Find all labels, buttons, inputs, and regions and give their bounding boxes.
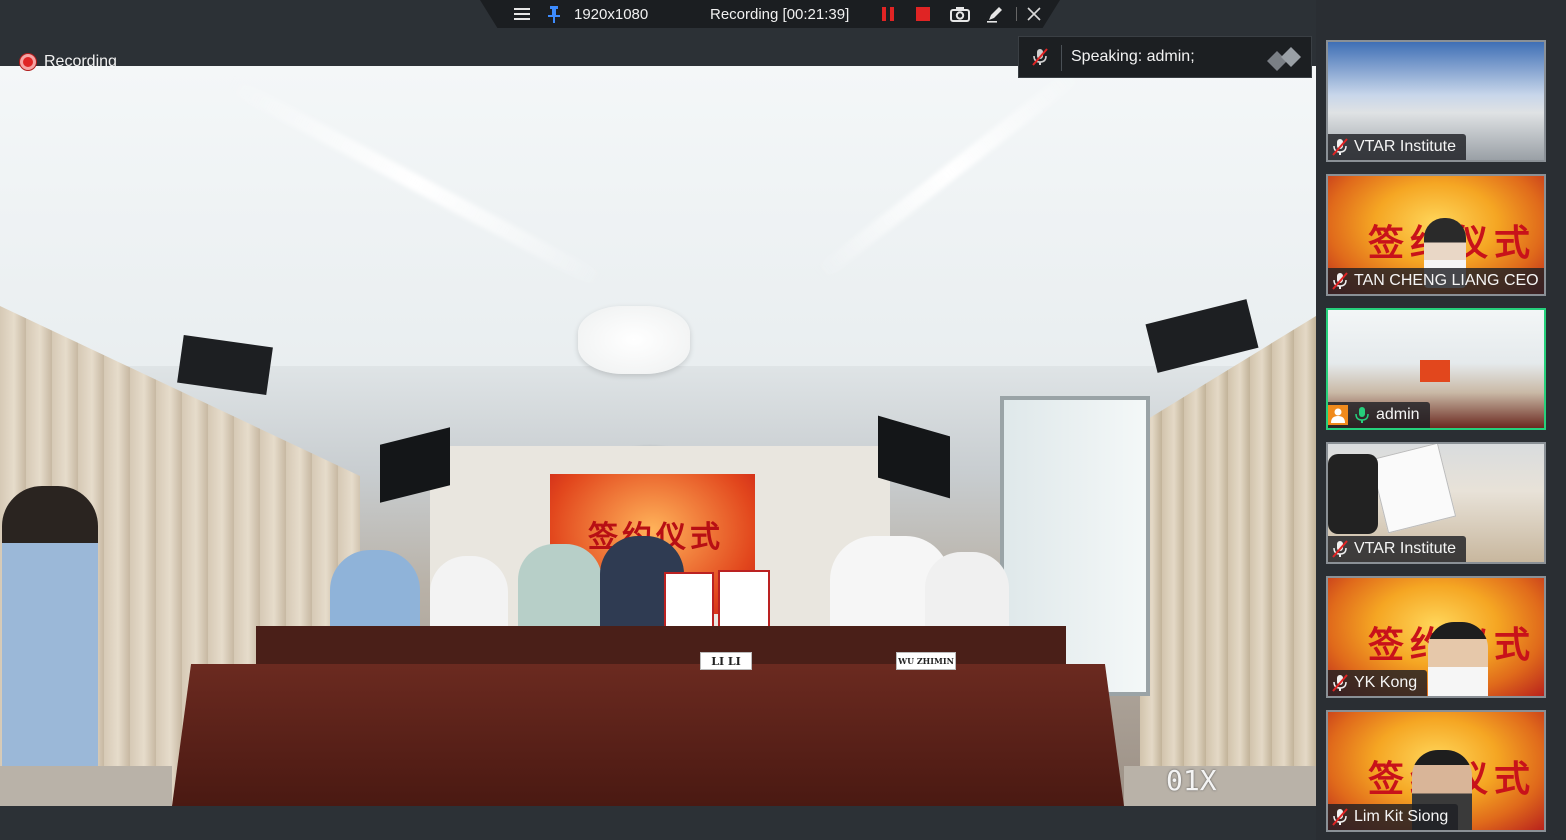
mic-muted-icon bbox=[1332, 674, 1348, 692]
floor bbox=[0, 766, 172, 806]
bottom-bar bbox=[0, 806, 1316, 840]
mic-muted-icon bbox=[1332, 272, 1348, 290]
recording-toolbar: 1920x1080 Recording [00:21:39] bbox=[480, 0, 1060, 28]
resolution-label: 1920x1080 bbox=[574, 5, 649, 23]
participant-name: VTAR Institute bbox=[1354, 138, 1456, 155]
recording-indicator: Recording bbox=[20, 52, 117, 72]
recording-status: Recording [00:21:39] bbox=[710, 5, 850, 23]
participant-name: TAN CHENG LIANG CEO bbox=[1354, 272, 1539, 289]
participant-sidebar: VTAR Institute 签约仪式 TAN CHENG LIANG CEO … bbox=[1316, 0, 1566, 840]
standing-person bbox=[2, 486, 98, 802]
participant-name: YK Kong bbox=[1354, 674, 1418, 691]
recording-label: Recording bbox=[44, 53, 117, 70]
nameplate-text: LI LI bbox=[711, 654, 741, 668]
participant-name: Lim Kit Siong bbox=[1354, 808, 1449, 825]
pin-icon[interactable] bbox=[544, 4, 564, 24]
participant-name-bar: admin bbox=[1328, 402, 1430, 428]
hamburger-icon[interactable] bbox=[512, 4, 532, 24]
front-table bbox=[172, 664, 1124, 806]
speaking-indicator: Speaking: admin; bbox=[1018, 36, 1312, 78]
close-icon[interactable] bbox=[1024, 4, 1044, 24]
person bbox=[518, 544, 602, 636]
participant-tile[interactable]: 签约仪式 YK Kong bbox=[1326, 576, 1546, 698]
mic-muted-icon bbox=[1031, 47, 1049, 72]
pause-icon[interactable] bbox=[878, 4, 898, 24]
stop-icon[interactable] bbox=[912, 4, 934, 24]
participant-tile[interactable]: VTAR Institute bbox=[1326, 40, 1546, 162]
speaking-label: Speaking: admin; bbox=[1071, 48, 1195, 65]
zoom-label: 01X bbox=[1166, 764, 1217, 797]
participant-name: admin bbox=[1376, 406, 1420, 423]
participant-tile[interactable]: 签约仪式 Lim Kit Siong bbox=[1326, 710, 1546, 832]
ceiling-lamp bbox=[578, 306, 690, 374]
floor bbox=[1124, 766, 1316, 806]
participant-tile-active[interactable]: admin bbox=[1326, 308, 1546, 430]
participant-tile[interactable]: VTAR Institute bbox=[1326, 442, 1546, 564]
mic-muted-icon bbox=[1332, 138, 1348, 156]
participant-name-bar: Lim Kit Siong bbox=[1328, 804, 1459, 830]
nameplate: WU ZHIMIN bbox=[896, 652, 956, 670]
participant-name-bar: YK Kong bbox=[1328, 670, 1428, 696]
pen-icon[interactable] bbox=[984, 4, 1006, 24]
mic-muted-icon bbox=[1332, 540, 1348, 558]
participant-name: VTAR Institute bbox=[1354, 540, 1456, 557]
participant-name-bar: VTAR Institute bbox=[1328, 134, 1466, 160]
participant-name-bar: TAN CHENG LIANG CEO bbox=[1328, 268, 1544, 294]
record-dot-icon bbox=[20, 54, 36, 70]
camera-icon[interactable] bbox=[948, 4, 972, 24]
toolbar-divider bbox=[1014, 4, 1018, 24]
participant-tile[interactable]: 签约仪式 TAN CHENG LIANG CEO bbox=[1326, 174, 1546, 296]
participant-name-bar: VTAR Institute bbox=[1328, 536, 1466, 562]
mic-muted-icon bbox=[1332, 808, 1348, 826]
right-curtains bbox=[1140, 316, 1316, 806]
nameplate-text: WU ZHIMIN bbox=[898, 656, 954, 666]
diamond-icon bbox=[1263, 43, 1307, 71]
main-video-feed[interactable]: 签约仪式 LI LI WU ZHIMIN bbox=[0, 66, 1316, 806]
main-area: 签约仪式 LI LI WU ZHIMIN bbox=[0, 0, 1316, 840]
host-icon bbox=[1328, 405, 1348, 425]
mic-on-icon bbox=[1354, 406, 1370, 424]
nameplate: LI LI bbox=[700, 652, 752, 670]
